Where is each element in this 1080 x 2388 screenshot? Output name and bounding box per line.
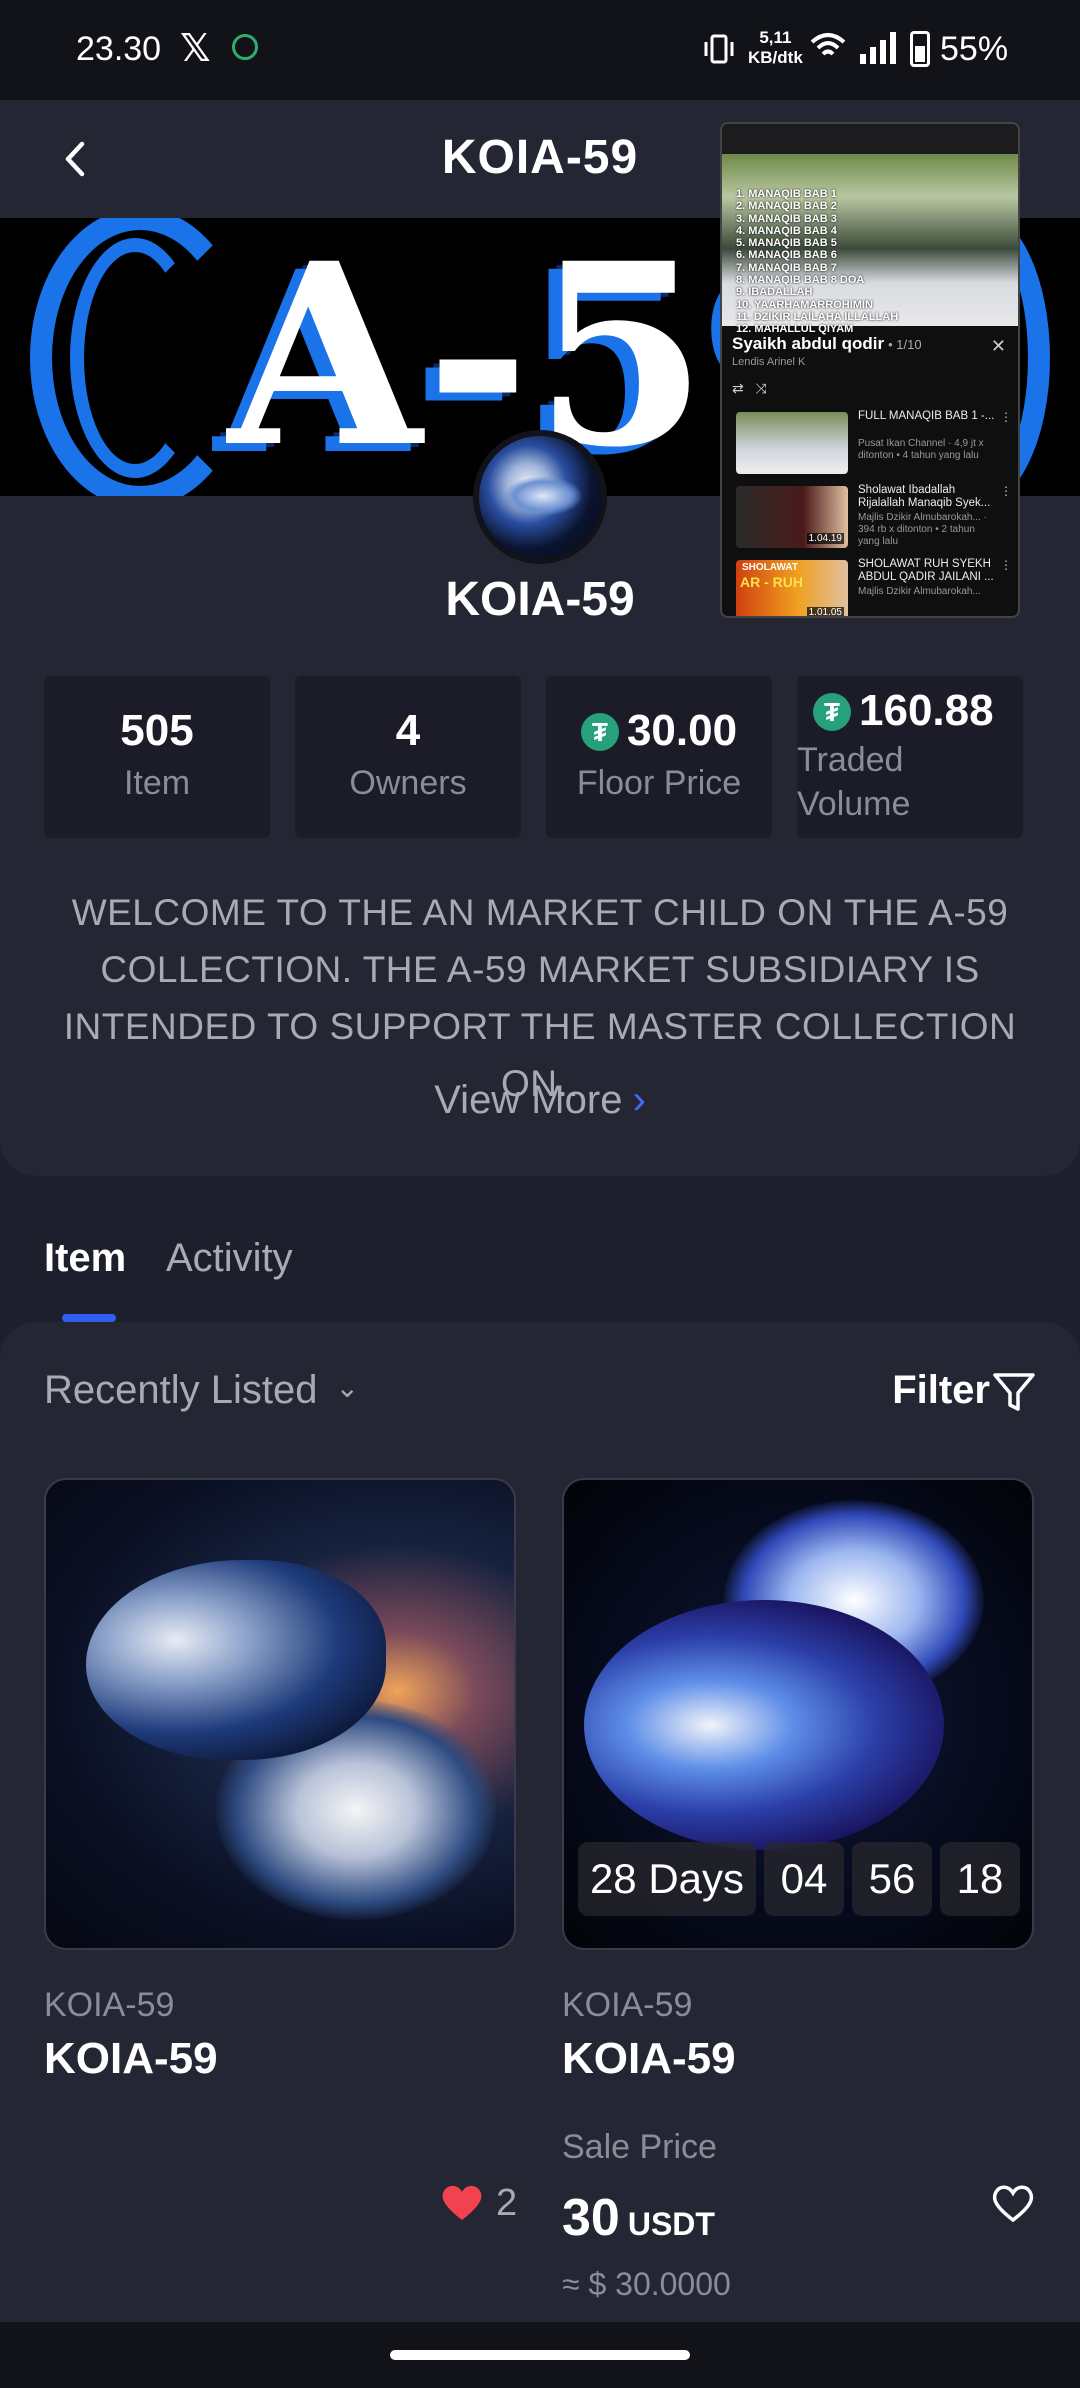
status-time: 23.30 (76, 30, 162, 68)
collection-avatar (473, 430, 607, 564)
chevron-right-icon: › (632, 1078, 646, 1122)
video-thumbnail: SHOLAWAT AR - RUH 1.01.05 (736, 560, 848, 616)
playlist-item[interactable]: FULL MANAQIB BAB 1 -... Pusat Ikan Chann… (736, 410, 1016, 476)
chevron-down-icon: ⌄ (335, 1372, 359, 1403)
repeat-icon[interactable]: ⇄ (732, 380, 744, 396)
tab-activity[interactable]: Activity (166, 1236, 293, 1281)
like-count: 2 (496, 2182, 518, 2224)
stat-items: 505 Item (44, 676, 270, 838)
stat-volume-value: 160.88 (859, 686, 994, 735)
heart-outline-icon[interactable] (990, 2182, 1036, 2224)
stat-floor-price-label: Floor Price (576, 764, 742, 802)
stat-traded-volume: ₮ 160.88 Traded Volume (797, 676, 1023, 838)
notification-app-icon (232, 34, 258, 60)
stat-owners-value: 4 (395, 706, 421, 755)
network-speed: 5,11 KB/dtk (748, 28, 803, 67)
battery-icon (910, 31, 930, 67)
pip-video-player[interactable]: 1. MANAQIB BAB 1 2. MANAQIB BAB 2 3. MANAQ… (720, 122, 1020, 618)
sale-price-label: Sale Price (562, 2128, 717, 2166)
card-name[interactable]: KOIA-59 (44, 2034, 218, 2084)
filter-button[interactable]: Filter (892, 1368, 990, 1413)
home-gesture-handle[interactable] (390, 2350, 690, 2360)
sale-price-usd: ≈ $ 30.0000 (562, 2266, 731, 2302)
stat-owners: 4 Owners (295, 676, 521, 838)
more-icon[interactable]: ⋮ (1000, 410, 1012, 424)
stat-floor-price-value: 30.00 (626, 706, 738, 755)
view-more-link[interactable]: View More › (0, 1078, 1080, 1123)
sale-price: 30 USDT (562, 2189, 715, 2247)
item-list: Recently Listed ⌄ Filter KOIA-59 KOIA-59 … (0, 1322, 1080, 2322)
stat-volume-label: Traded Volume (797, 741, 911, 823)
video-thumbnail (736, 412, 848, 474)
playlist-item[interactable]: SHOLAWAT AR - RUH 1.01.05 SHOLAWAT RUH S… (736, 558, 1016, 616)
video-track-list: 1. MANAQIB BAB 1 2. MANAQIB BAB 2 3. MANAQ… (736, 188, 899, 336)
card-collection: KOIA-59 (562, 1986, 693, 2024)
timer-seconds: 18 (940, 1842, 1020, 1916)
pip-video-frame[interactable]: 1. MANAQIB BAB 1 2. MANAQIB BAB 2 3. MANAQ… (722, 154, 1018, 335)
timer-hours: 04 (764, 1842, 844, 1916)
shuffle-icon[interactable]: ⤨ (755, 380, 766, 396)
heart-icon[interactable] (440, 2182, 484, 2222)
more-icon[interactable]: ⋮ (1000, 558, 1012, 572)
signal-icon (860, 32, 896, 64)
nft-image[interactable]: 28 Days 04 56 18 (562, 1478, 1034, 1950)
card-name[interactable]: KOIA-59 (562, 2034, 736, 2084)
status-bar: 23.30 𝕏 5,11 KB/dtk 55% (0, 0, 1080, 100)
battery-percent: 55% (940, 30, 1009, 68)
playlist-controls[interactable]: ⇄ ⤨ (732, 380, 767, 397)
stat-floor-price: ₮ 30.00 Floor Price (546, 676, 772, 838)
stat-owners-label: Owners (349, 764, 467, 802)
banner-arc-left-inner (70, 238, 200, 478)
tether-icon: ₮ (580, 713, 619, 751)
tab-item[interactable]: Item (44, 1236, 126, 1281)
card-collection: KOIA-59 (44, 1986, 175, 2024)
tab-bar: Item Activity (0, 1176, 1080, 1322)
timer-days: 28 Days (578, 1842, 756, 1916)
stat-items-label: Item (123, 764, 191, 802)
system-nav-bar (0, 2322, 1080, 2388)
filter-icon[interactable] (992, 1370, 1036, 1414)
wifi-icon (810, 33, 846, 56)
playlist-title: Syaikh abdul qodir • 1/10 (732, 334, 922, 353)
vibrate-icon (704, 34, 734, 64)
nft-image[interactable] (44, 1478, 516, 1950)
video-thumbnail: 1.04.19 (736, 486, 848, 548)
timer-minutes: 56 (852, 1842, 932, 1916)
sort-dropdown[interactable]: Recently Listed ⌄ (44, 1368, 359, 1413)
playlist-item[interactable]: 1.04.19 Sholawat Ibadallah Rijalallah Ma… (736, 484, 1016, 550)
stat-items-value: 505 (120, 706, 194, 755)
active-tab-indicator (62, 1314, 116, 1322)
tether-icon: ₮ (813, 693, 851, 731)
more-icon[interactable]: ⋮ (1000, 484, 1012, 498)
x-app-icon: 𝕏 (180, 28, 211, 70)
playlist-channel: Lendis Arinel K (732, 356, 806, 368)
close-icon[interactable]: ✕ (991, 336, 1006, 357)
